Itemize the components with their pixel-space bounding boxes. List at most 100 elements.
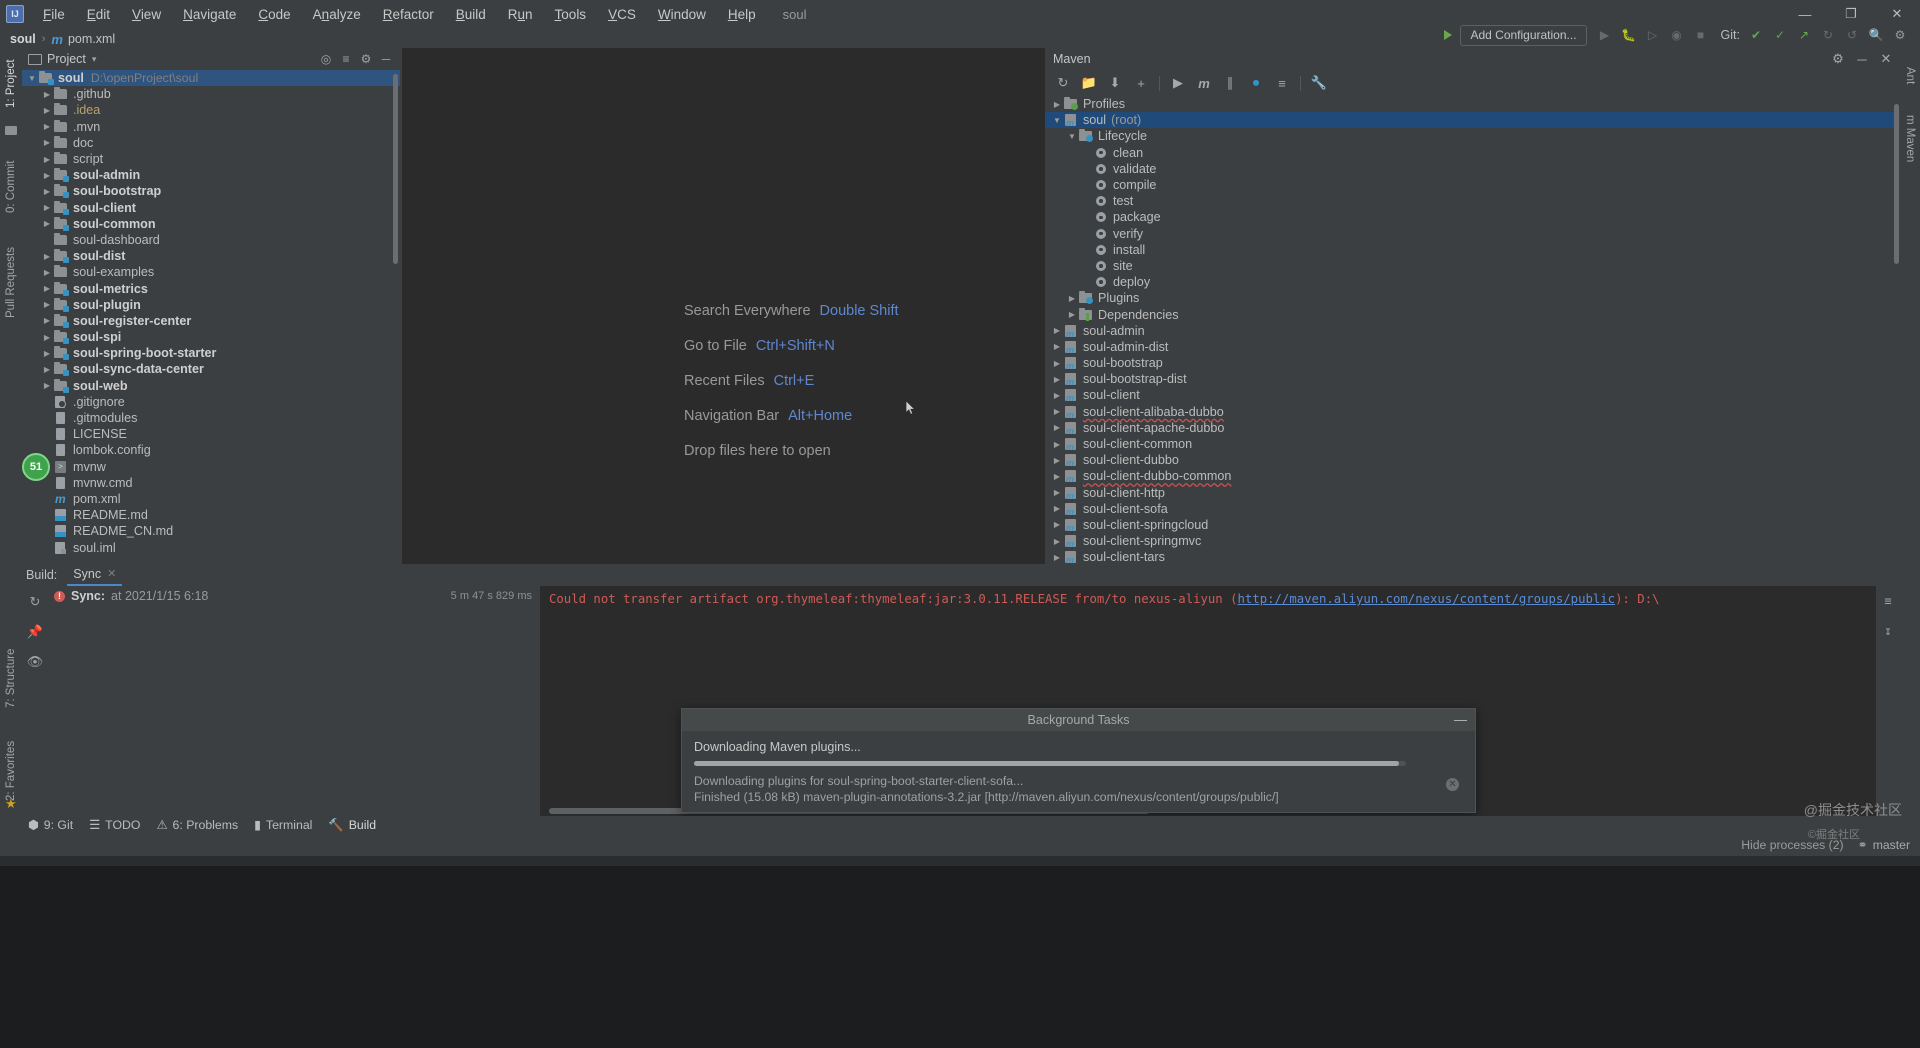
maven-tree-row[interactable]: ▶ Profiles bbox=[1045, 96, 1900, 112]
run-coverage-icon[interactable]: ▷ bbox=[1641, 24, 1665, 46]
tree-row[interactable]: .gitignore bbox=[22, 394, 400, 410]
expand-arrow-icon[interactable]: ▶ bbox=[41, 90, 53, 99]
expand-arrow-icon[interactable]: ▶ bbox=[41, 284, 53, 293]
search-everywhere-icon[interactable]: 🔍 bbox=[1864, 24, 1888, 46]
bottom-tab-todo[interactable]: ☰ TODO bbox=[85, 818, 152, 832]
tree-row[interactable]: ▶ soul-plugin bbox=[22, 297, 400, 313]
expand-arrow-icon[interactable]: ▶ bbox=[1051, 423, 1063, 432]
expand-arrow-icon[interactable]: ▶ bbox=[41, 122, 53, 131]
maven-tree-row[interactable]: clean bbox=[1045, 145, 1900, 161]
tree-row[interactable]: ▶ soul-metrics bbox=[22, 280, 400, 296]
git-branch-widget[interactable]: ⚭ master bbox=[1858, 838, 1910, 852]
tree-row[interactable]: README_CN.md bbox=[22, 523, 400, 539]
expand-arrow-icon[interactable]: ▶ bbox=[41, 106, 53, 115]
rerun-icon[interactable]: ↻ bbox=[30, 594, 41, 610]
git-update-icon[interactable]: ✔ bbox=[1744, 24, 1768, 46]
maven-tree-row[interactable]: ▶ soul-bootstrap bbox=[1045, 355, 1900, 371]
tree-row[interactable]: .gitmodules bbox=[22, 410, 400, 426]
expand-arrow-icon[interactable]: ▶ bbox=[1051, 359, 1063, 368]
expand-arrow-icon[interactable]: ▶ bbox=[1051, 553, 1063, 562]
project-tree-scrollbar[interactable] bbox=[393, 74, 398, 264]
maven-tree-row[interactable]: ▶ Plugins bbox=[1045, 290, 1900, 306]
tab-sync-close-icon[interactable]: ✕ bbox=[107, 567, 116, 580]
maven-tree-row[interactable]: ▶ soul-client-common bbox=[1045, 436, 1900, 452]
expand-arrow-icon[interactable]: ▶ bbox=[41, 138, 53, 147]
run-icon[interactable]: ▶ bbox=[1593, 24, 1617, 46]
tree-row[interactable]: ▶ doc bbox=[22, 135, 400, 151]
tree-row[interactable]: ▶ soul-admin bbox=[22, 167, 400, 183]
tree-row[interactable]: ▼ soul D:\openProject\soul bbox=[22, 70, 400, 87]
build-tree-pane[interactable]: ! Sync: at 2021/1/15 6:18 5 m 47 s 829 m… bbox=[48, 586, 541, 816]
pin-icon[interactable]: 📌 bbox=[27, 624, 43, 640]
maven-tree-row[interactable]: install bbox=[1045, 242, 1900, 258]
maven-tree-row[interactable]: ▶ soul-client-springcloud bbox=[1045, 517, 1900, 533]
sidebar-item-commit[interactable]: 0: Commit bbox=[0, 148, 22, 226]
tree-row[interactable]: ▶ soul-web bbox=[22, 378, 400, 394]
maven-tree-row[interactable]: compile bbox=[1045, 177, 1900, 193]
reimport-icon[interactable]: ↻ bbox=[1051, 72, 1075, 94]
expand-arrow-icon[interactable]: ▶ bbox=[1051, 488, 1063, 497]
collapse-arrow-icon[interactable]: ▼ bbox=[1066, 132, 1078, 141]
expand-arrow-icon[interactable]: ▶ bbox=[41, 187, 53, 196]
maven-tree-row[interactable]: ▶ soul-client-springmvc bbox=[1045, 533, 1900, 549]
sidebar-item-ant[interactable]: Ant bbox=[1900, 56, 1920, 96]
maven-tree-row[interactable]: ▶ soul-client-dubbo bbox=[1045, 452, 1900, 468]
profile-icon[interactable]: ◉ bbox=[1665, 24, 1689, 46]
toggle-skip-tests-icon[interactable]: ∥ bbox=[1218, 72, 1242, 94]
expand-arrow-icon[interactable]: ▶ bbox=[41, 333, 53, 342]
tree-row[interactable]: LICENSE bbox=[22, 426, 400, 442]
sidebar-item-maven[interactable]: m Maven bbox=[1900, 104, 1920, 174]
tree-row[interactable]: ▶ soul-dist bbox=[22, 248, 400, 264]
background-task-cancel-icon[interactable]: ✕ bbox=[1446, 778, 1459, 791]
tree-row[interactable]: soul-dashboard bbox=[22, 232, 400, 248]
expand-arrow-icon[interactable]: ▶ bbox=[1051, 391, 1063, 400]
tab-sync[interactable]: Sync ✕ bbox=[67, 565, 123, 586]
maven-tree-row[interactable]: ▶ soul-client-sofa bbox=[1045, 501, 1900, 517]
generate-sources-icon[interactable]: 📁 bbox=[1077, 72, 1101, 94]
maven-tree-row[interactable]: ▶ soul-client bbox=[1045, 387, 1900, 403]
soft-wrap-icon[interactable]: ≡ bbox=[1884, 594, 1891, 608]
maven-tree-row[interactable]: ▶ soul-bootstrap-dist bbox=[1045, 371, 1900, 387]
add-configuration-button[interactable]: Add Configuration... bbox=[1460, 24, 1587, 46]
expand-arrow-icon[interactable]: ▶ bbox=[41, 219, 53, 228]
console-error-link[interactable]: http://maven.aliyun.com/nexus/content/gr… bbox=[1238, 592, 1616, 606]
maven-tree[interactable]: ▶ Profiles ▼ soul (root) ▼ Lifecyclecleanvalid… bbox=[1045, 96, 1900, 564]
maven-tree-row[interactable]: ▼ Lifecycle bbox=[1045, 128, 1900, 144]
expand-arrow-icon[interactable]: ▶ bbox=[41, 155, 53, 164]
expand-arrow-icon[interactable]: ▶ bbox=[1066, 294, 1078, 303]
collapse-arrow-icon[interactable]: ▼ bbox=[1051, 116, 1063, 125]
maven-settings-wrench-icon[interactable]: 🔧 bbox=[1307, 72, 1331, 94]
expand-arrow-icon[interactable]: ▶ bbox=[1051, 342, 1063, 351]
tree-row[interactable]: ▶ soul-client bbox=[22, 200, 400, 216]
debug-icon[interactable]: 🐛 bbox=[1617, 24, 1641, 46]
tree-row[interactable]: ▶ script bbox=[22, 151, 400, 167]
maven-hide-icon[interactable]: ✕ bbox=[1874, 48, 1898, 70]
tree-row[interactable]: ▶ .mvn bbox=[22, 119, 400, 135]
expand-arrow-icon[interactable]: ▶ bbox=[1051, 456, 1063, 465]
bottom-tab-terminal[interactable]: ▮ Terminal bbox=[250, 818, 324, 832]
expand-arrow-icon[interactable]: ▶ bbox=[1066, 310, 1078, 319]
tree-row[interactable]: ▶ soul-examples bbox=[22, 264, 400, 280]
tree-row[interactable]: README.md bbox=[22, 507, 400, 523]
expand-arrow-icon[interactable]: ▶ bbox=[41, 252, 53, 261]
project-tree[interactable]: ▼ soul D:\openProject\soul ▶ .github ▶ .idea ▶.… bbox=[22, 70, 400, 564]
stop-icon[interactable]: ■ bbox=[1689, 24, 1713, 46]
tree-row[interactable]: ▶ .idea bbox=[22, 102, 400, 118]
maven-tree-row[interactable]: validate bbox=[1045, 161, 1900, 177]
maven-tree-row[interactable]: ▶ soul-client-alibaba-dubbo bbox=[1045, 404, 1900, 420]
settings-icon[interactable]: ⚙ bbox=[1888, 24, 1912, 46]
expand-arrow-icon[interactable]: ▶ bbox=[41, 381, 53, 390]
build-sync-row[interactable]: ! Sync: at 2021/1/15 6:18 5 m 47 s 829 m… bbox=[48, 586, 540, 606]
expand-arrow-icon[interactable]: ▶ bbox=[1051, 537, 1063, 546]
expand-arrow-icon[interactable]: ▶ bbox=[41, 316, 53, 325]
git-rollback-icon[interactable]: ↺ bbox=[1840, 24, 1864, 46]
maven-minimize-icon[interactable]: ─ bbox=[1850, 48, 1874, 70]
expand-arrow-icon[interactable]: ▶ bbox=[41, 171, 53, 180]
maven-tree-row[interactable]: ▶ soul-client-dubbo-common bbox=[1045, 468, 1900, 484]
git-history-icon[interactable]: ↻ bbox=[1816, 24, 1840, 46]
background-tasks-minimize-icon[interactable]: — bbox=[1454, 712, 1467, 727]
execute-maven-goal-icon[interactable]: m bbox=[1192, 72, 1216, 94]
tree-row[interactable]: ▶ soul-sync-data-center bbox=[22, 361, 400, 377]
git-commit-icon[interactable]: ✓ bbox=[1768, 24, 1792, 46]
expand-arrow-icon[interactable]: ▶ bbox=[41, 268, 53, 277]
